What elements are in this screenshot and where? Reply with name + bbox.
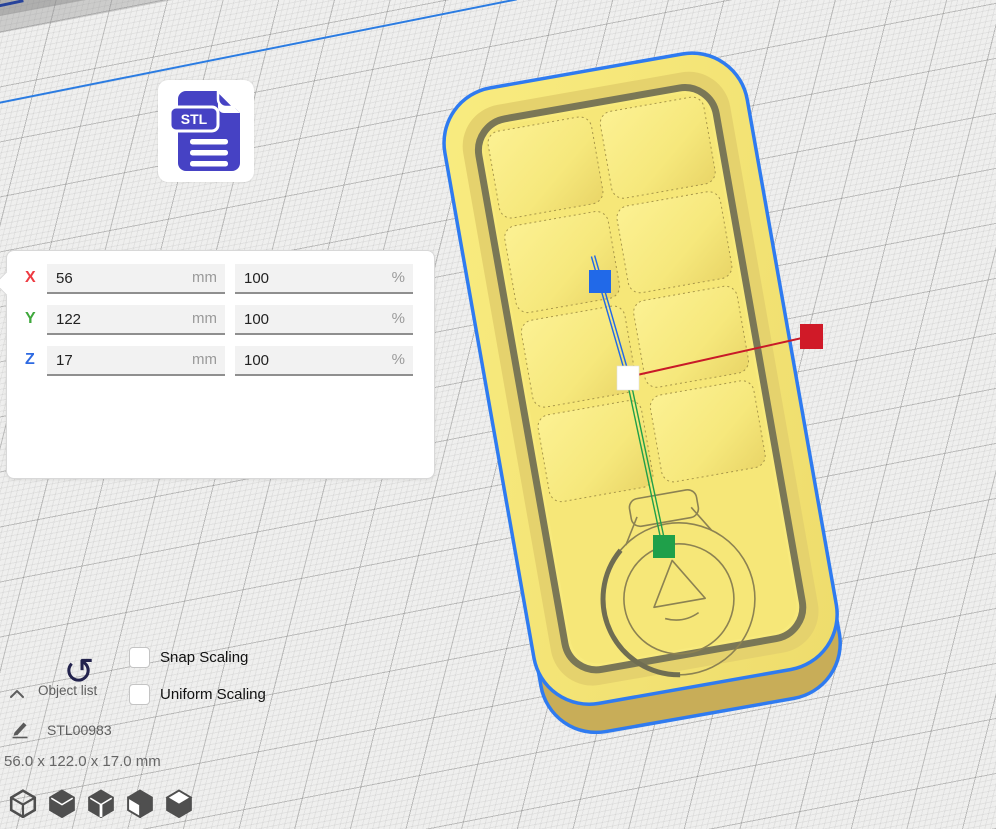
uniform-scaling-checkbox[interactable]: [129, 684, 150, 705]
model-mold-tray[interactable]: [435, 44, 850, 734]
view-cube-left-open-button[interactable]: [125, 788, 155, 818]
view-mode-toolbar: [8, 788, 194, 818]
stl-badge-label: STL: [181, 111, 208, 127]
z-axis-label: Z: [25, 351, 35, 369]
y-axis-label: Y: [25, 310, 36, 328]
rename-object-button[interactable]: [10, 719, 30, 744]
x-axis-label: X: [25, 269, 36, 287]
chevron-up-icon: [8, 688, 26, 699]
stl-file-icon: STL: [168, 89, 244, 173]
scale-handle-x[interactable]: [800, 324, 823, 349]
scale-tool-panel: X mm % Y mm % Z mm % ↺ Snap Scaling: [6, 250, 435, 479]
y-percent-unit: %: [392, 310, 405, 327]
cube-solid-icon: [47, 788, 77, 818]
y-size-unit: mm: [192, 310, 217, 327]
x-percent-unit: %: [392, 269, 405, 286]
cube-wireframe-icon: [8, 788, 38, 818]
view-cube-top-open-button[interactable]: [164, 788, 194, 818]
object-name[interactable]: STL00983: [47, 722, 112, 738]
cube-split-icon: [86, 788, 116, 818]
view-cube-solid-button[interactable]: [47, 788, 77, 818]
scale-handle-z[interactable]: [589, 270, 611, 293]
z-percent-unit: %: [392, 351, 405, 368]
cube-left-open-icon: [125, 788, 155, 818]
scale-row-y: Y mm %: [7, 305, 434, 335]
object-list-collapse-button[interactable]: [8, 686, 26, 704]
snap-scaling-checkbox[interactable]: [129, 647, 150, 668]
z-size-unit: mm: [192, 351, 217, 368]
cube-top-open-icon: [164, 788, 194, 818]
scale-row-x: X mm %: [7, 264, 434, 294]
x-size-unit: mm: [192, 269, 217, 286]
uniform-scaling-label: Uniform Scaling: [160, 686, 266, 703]
scale-handle-center[interactable]: [617, 366, 639, 390]
z-percent-input[interactable]: [235, 346, 413, 374]
snap-scaling-label: Snap Scaling: [160, 649, 248, 666]
3d-viewport[interactable]: STL: [0, 0, 996, 829]
view-cube-wireframe-button[interactable]: [8, 788, 38, 818]
x-percent-input[interactable]: [235, 264, 413, 292]
view-cube-split-button[interactable]: [86, 788, 116, 818]
scale-row-z: Z mm %: [7, 346, 434, 376]
y-percent-input[interactable]: [235, 305, 413, 333]
object-dimensions: 56.0 x 122.0 x 17.0 mm: [4, 753, 161, 770]
pencil-icon: [10, 719, 30, 739]
scale-handle-y[interactable]: [653, 535, 675, 558]
stl-file-badge: STL: [158, 80, 254, 182]
object-list-label[interactable]: Object list: [38, 683, 97, 698]
